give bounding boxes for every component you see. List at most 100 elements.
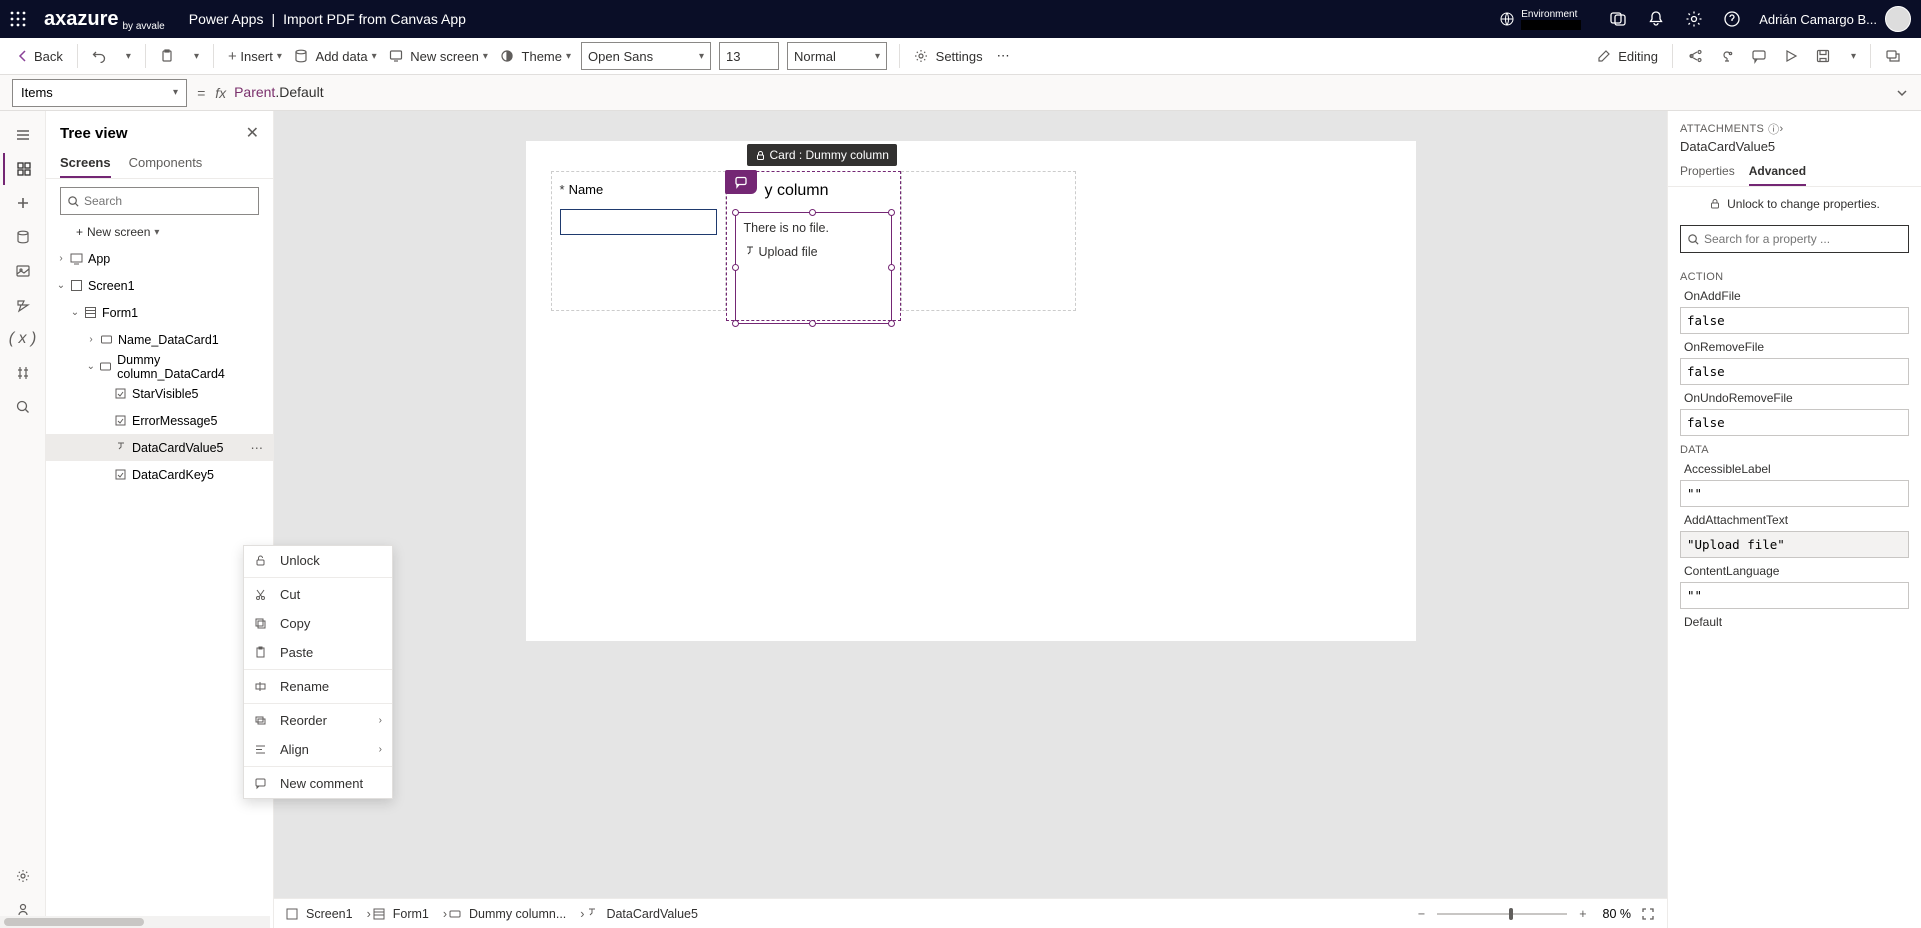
formula-input[interactable]: Parent.Default (234, 84, 1887, 101)
close-tree-icon[interactable]: ✕ (246, 123, 259, 143)
crumb-screen1[interactable]: Screen1 (286, 907, 353, 921)
props-search-input[interactable] (1700, 232, 1902, 246)
props-tab-advanced[interactable]: Advanced (1749, 158, 1806, 186)
tree-search-input[interactable] (80, 194, 252, 208)
app-launcher-icon[interactable] (10, 11, 30, 27)
tree-node-form1[interactable]: ⌄Form1 (46, 299, 273, 326)
tab-components[interactable]: Components (129, 149, 203, 178)
ctx-copy[interactable]: Copy (244, 609, 392, 638)
paste-split[interactable]: ▾ (184, 47, 205, 66)
rail-data[interactable] (3, 221, 43, 253)
rail-hamburger[interactable] (3, 119, 43, 151)
upload-file-link[interactable]: Upload file (744, 245, 883, 259)
empty-datacard[interactable] (901, 171, 1076, 311)
paste-button[interactable] (154, 45, 184, 67)
tree-node-name-datacard[interactable]: ›Name_DataCard1 (46, 326, 273, 353)
ctx-rename[interactable]: Rename (244, 672, 392, 701)
ctx-new-comment[interactable]: New comment (244, 769, 392, 798)
crumb-dummy-column[interactable]: Dummy column... (449, 907, 566, 921)
back-button[interactable]: Back (10, 45, 69, 68)
preview-button[interactable] (1777, 44, 1809, 68)
settings-icon[interactable] (1685, 10, 1703, 28)
add-data-button[interactable]: Add data▾ (288, 45, 383, 68)
rail-insert[interactable] (3, 187, 43, 219)
prop-accessiblelabel-label: AccessibleLabel (1684, 462, 1909, 476)
info-icon[interactable]: ⓘ (1768, 121, 1779, 137)
zoom-slider[interactable] (1437, 913, 1567, 915)
tree-node-app[interactable]: ›App (46, 245, 273, 272)
name-input[interactable] (560, 209, 717, 235)
comment-badge-icon[interactable] (725, 170, 757, 194)
user-menu[interactable]: Adrián Camargo B... (1759, 6, 1911, 32)
undo-button[interactable] (86, 45, 116, 67)
props-category-data: DATA (1680, 444, 1909, 456)
rail-search[interactable] (3, 391, 43, 423)
fit-to-screen-icon[interactable] (1641, 907, 1655, 921)
prop-contentlanguage-value[interactable]: "" (1680, 582, 1909, 609)
prop-onaddfile-value[interactable]: false (1680, 307, 1909, 334)
crumb-form1[interactable]: Form1 (373, 907, 429, 921)
props-search-box[interactable] (1680, 225, 1909, 253)
environment-selector[interactable]: Environment (1499, 9, 1581, 30)
ctx-align[interactable]: Align› (244, 735, 392, 764)
save-split[interactable]: ▾ (1841, 47, 1862, 66)
rail-advanced-tools[interactable] (3, 357, 43, 389)
crumb-datacardvalue[interactable]: DataCardValue5 (586, 907, 698, 921)
rail-media[interactable] (3, 255, 43, 287)
tree-node-dummy-datacard[interactable]: ⌄Dummy column_DataCard4 (46, 353, 273, 380)
copilot-icon[interactable] (1609, 10, 1627, 28)
attachments-control[interactable]: There is no file. Upload file (735, 212, 892, 324)
notifications-icon[interactable] (1647, 10, 1665, 28)
tree-node-screen1[interactable]: ⌄Screen1 (46, 272, 273, 299)
ctx-cut[interactable]: Cut (244, 580, 392, 609)
name-datacard[interactable]: *Name (551, 171, 726, 311)
tree-node-more-icon[interactable]: ⋯ (247, 440, 268, 455)
tree-node-datacardvalue[interactable]: DataCardValue5⋯ (46, 434, 273, 461)
prop-addattachmenttext-value[interactable]: "Upload file" (1680, 531, 1909, 558)
property-selector[interactable]: Items▾ (12, 79, 187, 107)
prop-onundoremovefile-value[interactable]: false (1680, 409, 1909, 436)
new-screen-button[interactable]: New screen▾ (383, 45, 494, 68)
rail-tree-view[interactable] (3, 153, 43, 185)
brand-text: axazure (44, 8, 119, 31)
unlock-banner[interactable]: Unlock to change properties. (1668, 187, 1921, 221)
dummy-column-datacard[interactable]: Card : Dummy column y column There is no… (726, 171, 901, 321)
editing-mode[interactable]: Editing (1591, 45, 1664, 68)
collapse-panel-icon[interactable]: › (1779, 123, 1783, 135)
zoom-out-button[interactable]: − (1412, 907, 1431, 921)
tree-new-screen[interactable]: +New screen ▾ (46, 221, 273, 245)
help-icon[interactable] (1723, 10, 1741, 28)
comments-button[interactable] (1745, 44, 1777, 68)
zoom-in-button[interactable]: + (1573, 907, 1592, 921)
ctx-unlock[interactable]: Unlock (244, 546, 392, 575)
font-size-input[interactable]: 13 (719, 42, 779, 70)
checker-button[interactable] (1713, 44, 1745, 68)
tree-node-errormessage[interactable]: ErrorMessage5 (46, 407, 273, 434)
tab-screens[interactable]: Screens (60, 149, 111, 178)
user-name-label: Adrián Camargo B... (1759, 12, 1877, 27)
canvas-page[interactable]: *Name Card : Dummy column y column There… (526, 141, 1416, 641)
save-button[interactable] (1809, 44, 1841, 68)
font-select[interactable]: Open Sans▾ (581, 42, 711, 70)
prop-onremovefile-value[interactable]: false (1680, 358, 1909, 385)
expand-formula-icon[interactable] (1895, 86, 1909, 100)
rail-variables[interactable]: ( x ) (3, 323, 43, 355)
props-tab-properties[interactable]: Properties (1680, 158, 1735, 186)
theme-button[interactable]: Theme▾ (494, 45, 577, 68)
tree-node-datacardkey[interactable]: DataCardKey5 (46, 461, 273, 488)
tree-hscroll[interactable] (0, 916, 270, 928)
ctx-paste[interactable]: Paste (244, 638, 392, 667)
tree-node-starvisible[interactable]: StarVisible5 (46, 380, 273, 407)
tree-search-box[interactable] (60, 187, 259, 215)
ribbon-overflow[interactable]: ⋯ (997, 48, 1010, 64)
undo-split[interactable]: ▾ (116, 47, 137, 66)
rail-settings[interactable] (3, 860, 43, 892)
ctx-reorder[interactable]: Reorder› (244, 706, 392, 735)
font-weight-select[interactable]: Normal▾ (787, 42, 887, 70)
share-button[interactable] (1681, 44, 1713, 68)
publish-button[interactable] (1879, 44, 1911, 68)
rail-power-automate[interactable] (3, 289, 43, 321)
settings-button[interactable]: Settings (908, 45, 989, 68)
insert-button[interactable]: + Insert▾ (222, 44, 288, 69)
prop-accessiblelabel-value[interactable]: "" (1680, 480, 1909, 507)
